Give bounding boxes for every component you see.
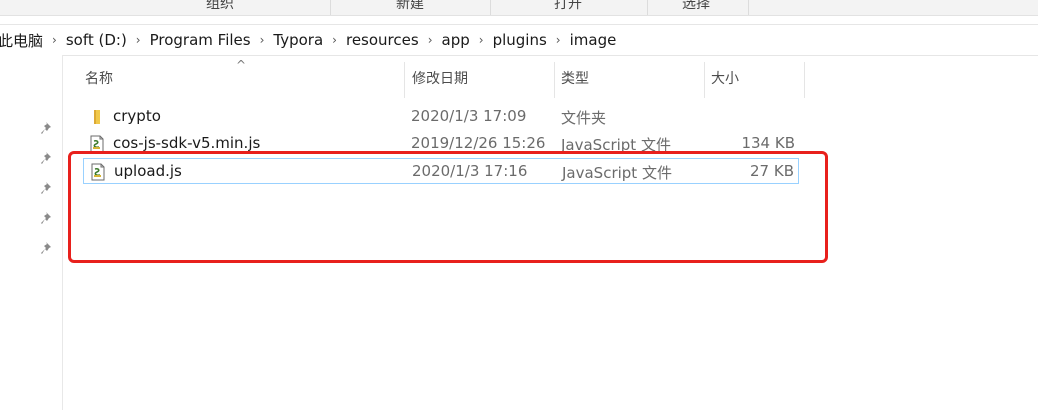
highlight-annotation-box (68, 151, 828, 263)
ribbon-separator (748, 0, 749, 15)
ribbon-separator (490, 0, 491, 15)
ribbon-group-new: 新建 (396, 0, 424, 12)
file-date: 2020/1/3 17:09 (411, 107, 527, 125)
sort-ascending-icon: ^ (236, 58, 247, 72)
file-type: 文件夹 (561, 109, 607, 127)
chevron-right-icon[interactable]: › (329, 33, 340, 47)
column-header-date[interactable]: 修改日期 (412, 56, 468, 102)
ribbon-group-organize: 组织 (206, 0, 234, 12)
column-headers: ^ 名称 修改日期 类型 大小 (63, 56, 1038, 102)
chevron-right-icon[interactable]: › (553, 33, 564, 47)
file-date: 2019/12/26 15:26 (411, 134, 546, 152)
file-row-crypto[interactable]: crypto 2020/1/3 17:09 文件夹 (83, 104, 799, 130)
chevron-right-icon[interactable]: › (476, 33, 487, 47)
breadcrumb-image[interactable]: image (564, 31, 623, 49)
pin-icon[interactable] (41, 121, 55, 135)
breadcrumb-resources[interactable]: resources (340, 31, 425, 49)
pin-icon[interactable] (41, 211, 55, 225)
column-header-size[interactable]: 大小 (711, 56, 739, 102)
ribbon-group-open: 打开 (554, 0, 582, 12)
chevron-right-icon[interactable]: › (49, 33, 60, 47)
breadcrumb-drive[interactable]: soft (D:) (60, 31, 133, 49)
navigation-pane (0, 55, 63, 410)
file-name: cos-js-sdk-v5.min.js (113, 134, 261, 152)
breadcrumb-this-pc[interactable]: 此电脑 (0, 30, 49, 51)
column-divider[interactable] (554, 62, 555, 98)
file-size: 134 KB (741, 134, 795, 152)
file-name: crypto (113, 107, 161, 125)
column-header-type[interactable]: 类型 (561, 56, 589, 102)
breadcrumb[interactable]: 此电脑 › soft (D:) › Program Files › Typora… (0, 24, 1038, 56)
chevron-right-icon[interactable]: › (257, 33, 268, 47)
chevron-right-icon[interactable]: › (133, 33, 144, 47)
pin-icon[interactable] (41, 181, 55, 195)
ribbon-group-labels: 组织 新建 打开 选择 (0, 0, 1038, 16)
breadcrumb-typora[interactable]: Typora (267, 31, 329, 49)
ribbon-separator (330, 0, 331, 15)
column-divider[interactable] (804, 62, 805, 98)
folder-icon (94, 110, 100, 124)
ribbon-group-select: 选择 (682, 0, 710, 12)
pin-icon[interactable] (41, 241, 55, 255)
ribbon-separator (647, 0, 648, 15)
breadcrumb-program-files[interactable]: Program Files (144, 31, 257, 49)
breadcrumb-app[interactable]: app (436, 31, 476, 49)
pin-icon[interactable] (41, 151, 55, 165)
column-divider[interactable] (704, 62, 705, 98)
column-header-name[interactable]: 名称 (85, 56, 113, 102)
chevron-right-icon[interactable]: › (425, 33, 436, 47)
breadcrumb-plugins[interactable]: plugins (487, 31, 553, 49)
column-divider[interactable] (404, 62, 405, 98)
